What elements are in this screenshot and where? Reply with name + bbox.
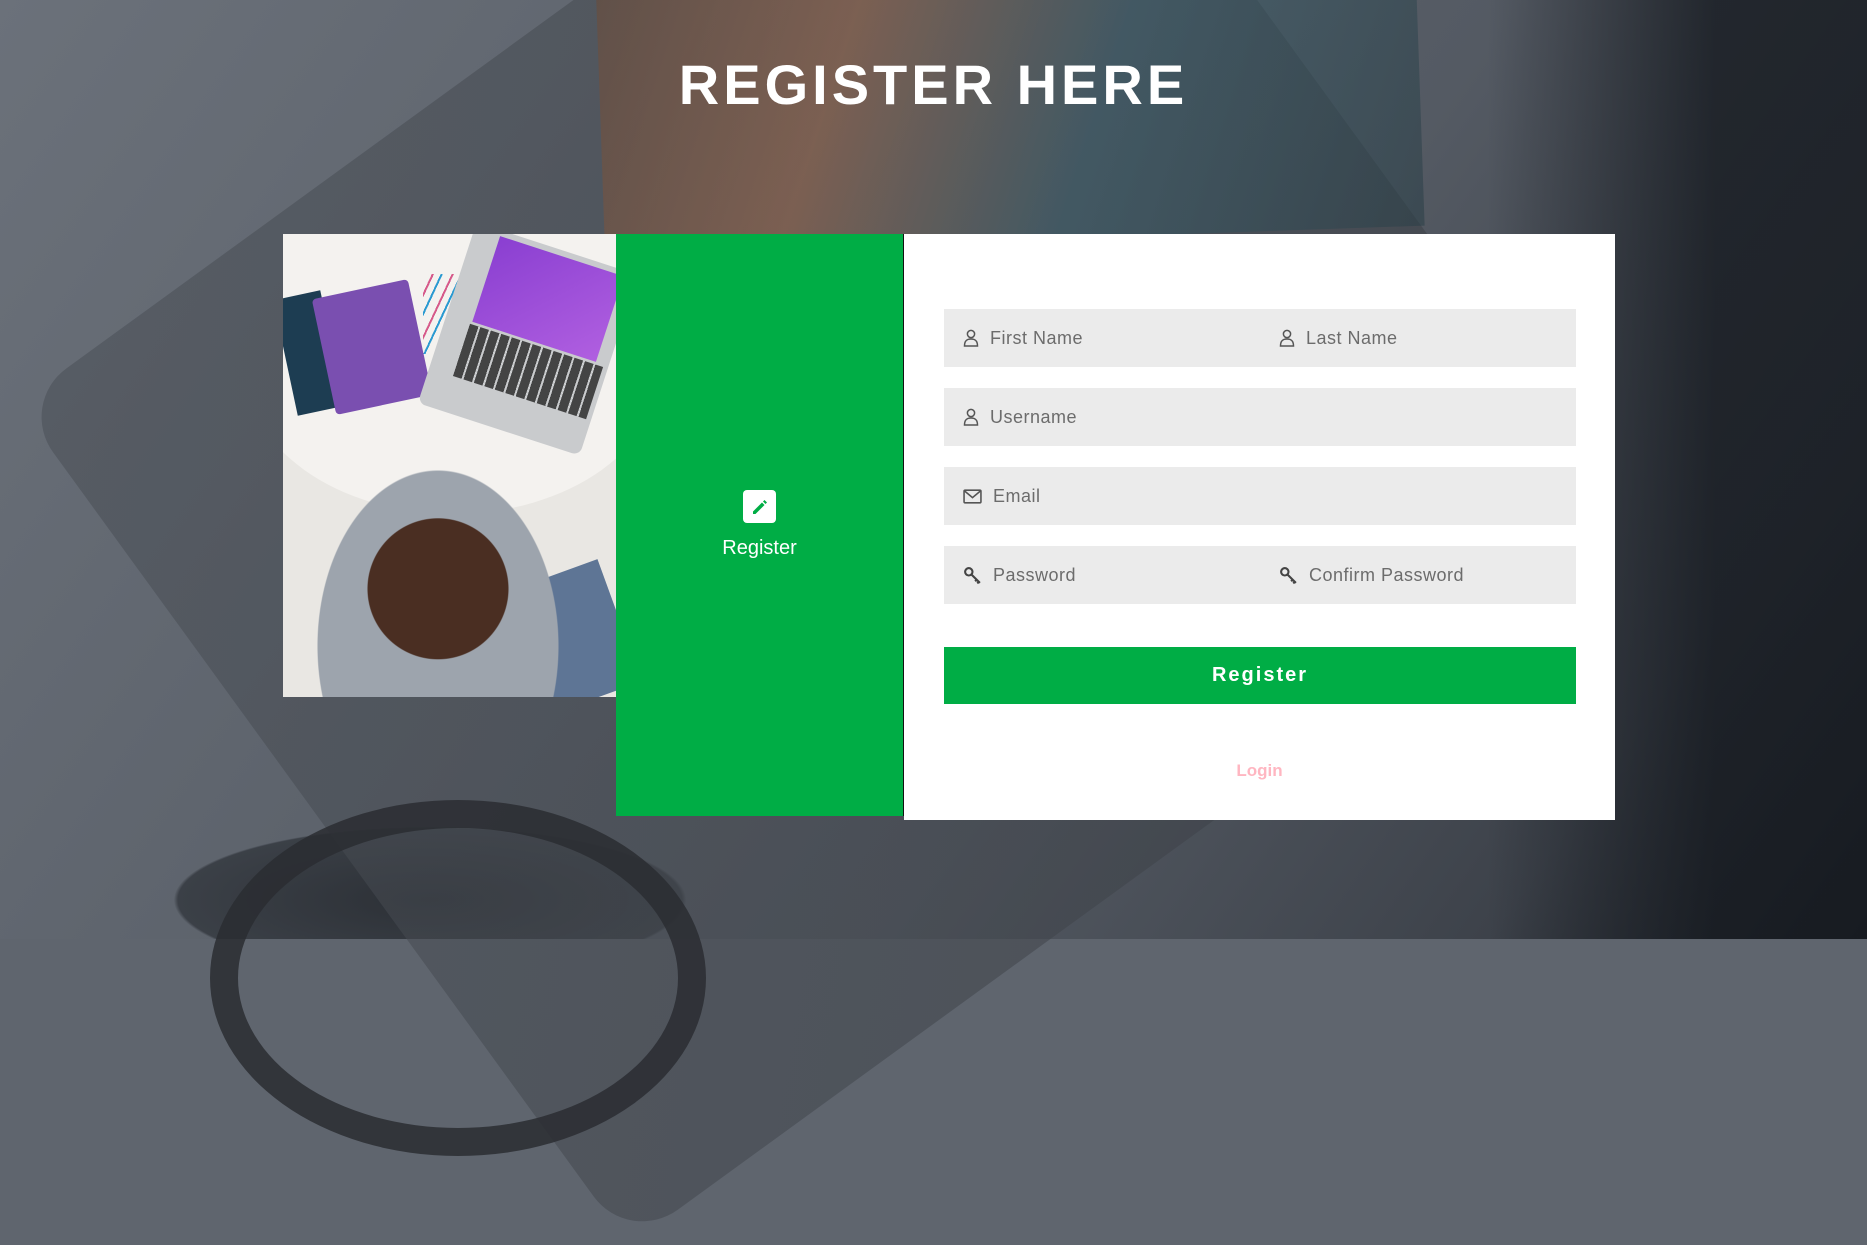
username-field <box>944 388 1576 446</box>
user-icon <box>963 408 979 426</box>
name-row <box>944 309 1576 367</box>
background-headphones <box>210 800 706 1156</box>
first-name-input[interactable] <box>988 326 1260 350</box>
password-row <box>944 546 1576 604</box>
username-row <box>944 388 1576 446</box>
user-icon <box>1279 329 1295 347</box>
password-input[interactable] <box>991 563 1260 587</box>
username-input[interactable] <box>988 405 1576 429</box>
login-link[interactable]: Login <box>904 761 1615 781</box>
last-name-input[interactable] <box>1304 326 1576 350</box>
page-title: REGISTER HERE <box>678 53 1189 116</box>
user-icon <box>963 329 979 347</box>
pencil-edit-icon <box>743 490 776 523</box>
key-icon <box>1280 566 1297 584</box>
password-field <box>944 546 1260 604</box>
key-icon <box>964 566 981 584</box>
email-row <box>944 467 1576 525</box>
side-photo <box>283 234 616 697</box>
first-name-field <box>944 309 1260 367</box>
register-button[interactable]: Register <box>944 647 1576 704</box>
email-field <box>944 467 1576 525</box>
confirm-password-field <box>1260 546 1576 604</box>
register-side-panel: Register <box>616 234 904 816</box>
side-panel-label: Register <box>722 537 797 559</box>
envelope-icon <box>963 488 982 504</box>
confirm-password-input[interactable] <box>1307 563 1576 587</box>
background-screen <box>595 0 1425 255</box>
email-input[interactable] <box>991 484 1576 508</box>
last-name-field <box>1260 309 1576 367</box>
registration-form: Register Login <box>904 234 1615 820</box>
